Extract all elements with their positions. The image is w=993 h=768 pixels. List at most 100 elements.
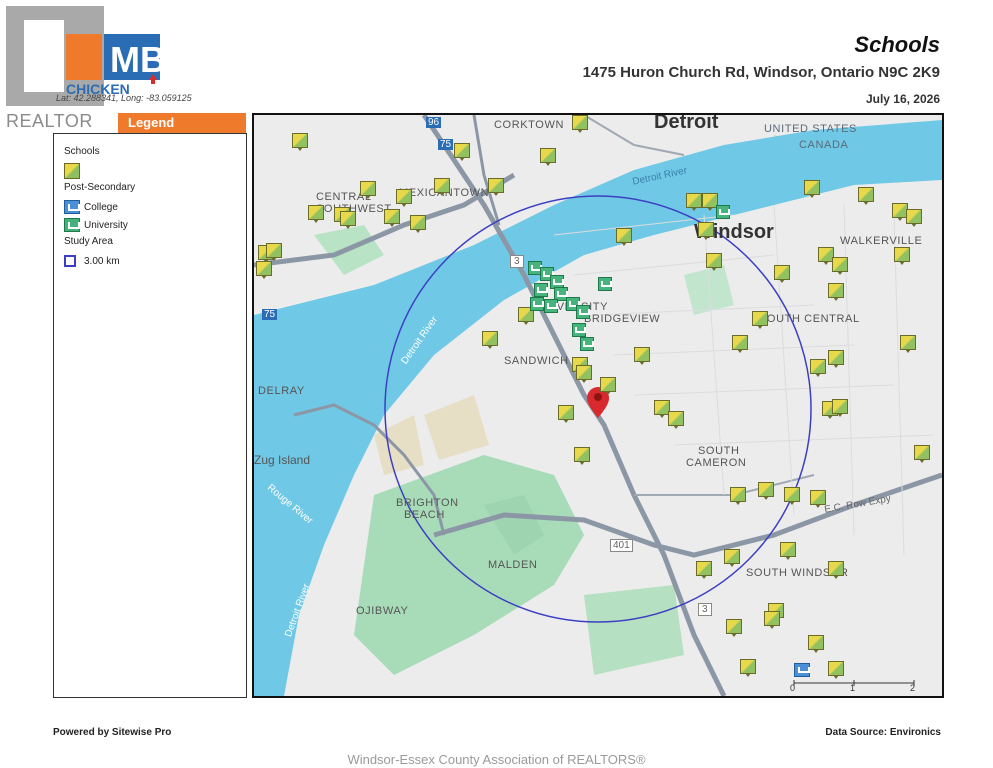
school-marker[interactable] bbox=[576, 365, 592, 383]
label-ojibway: OJIBWAY bbox=[356, 605, 409, 617]
school-marker[interactable] bbox=[574, 447, 590, 465]
school-marker[interactable] bbox=[600, 377, 616, 395]
label-delray: DELRAY bbox=[258, 385, 305, 397]
school-marker[interactable] bbox=[454, 143, 470, 161]
legend-post-secondary-heading: Post-Secondary bbox=[64, 182, 136, 193]
school-marker[interactable] bbox=[894, 247, 910, 265]
legend-study-area-row: 3.00 km bbox=[64, 252, 135, 270]
realtor-watermark: REALTOR bbox=[6, 111, 93, 131]
legend-schools-heading: Schools bbox=[64, 146, 100, 157]
label-i75-west: 75 bbox=[262, 309, 278, 320]
school-marker[interactable] bbox=[686, 193, 702, 211]
school-marker[interactable] bbox=[558, 405, 574, 423]
school-marker[interactable] bbox=[732, 335, 748, 353]
label-hwy-3-north: 3 bbox=[510, 255, 524, 268]
school-marker[interactable] bbox=[384, 209, 400, 227]
university-marker[interactable] bbox=[572, 323, 586, 337]
report-date: July 16, 2026 bbox=[865, 92, 940, 106]
school-marker[interactable] bbox=[696, 561, 712, 579]
legend-university-row: University bbox=[64, 216, 135, 234]
map-frame[interactable]: Detroit Windsor CORKTOWN UNITED STATES C… bbox=[252, 113, 944, 698]
school-marker[interactable] bbox=[774, 265, 790, 283]
legend-college-row: College bbox=[64, 198, 135, 216]
school-marker[interactable] bbox=[828, 283, 844, 301]
label-corktown: CORKTOWN bbox=[494, 119, 564, 131]
label-beach: BEACH bbox=[404, 509, 445, 521]
college-marker[interactable] bbox=[794, 663, 810, 677]
school-marker[interactable] bbox=[730, 487, 746, 505]
school-marker[interactable] bbox=[572, 115, 588, 133]
university-marker[interactable] bbox=[534, 283, 548, 297]
school-marker[interactable] bbox=[858, 187, 874, 205]
school-marker[interactable] bbox=[828, 350, 844, 368]
school-marker[interactable] bbox=[706, 253, 722, 271]
school-marker[interactable] bbox=[810, 359, 826, 377]
university-marker[interactable] bbox=[598, 277, 612, 291]
school-marker[interactable] bbox=[410, 215, 426, 233]
school-marker[interactable] bbox=[668, 411, 684, 429]
school-marker[interactable] bbox=[634, 347, 650, 365]
report-title: Schools bbox=[854, 32, 940, 57]
school-marker[interactable] bbox=[828, 661, 844, 679]
school-marker[interactable] bbox=[292, 133, 308, 151]
university-marker[interactable] bbox=[576, 305, 590, 319]
university-marker[interactable] bbox=[580, 337, 594, 351]
legend-university-label: University bbox=[84, 219, 128, 231]
legend-school-row bbox=[64, 162, 135, 180]
school-marker[interactable] bbox=[804, 180, 820, 198]
school-marker[interactable] bbox=[740, 659, 756, 677]
school-marker[interactable] bbox=[308, 205, 324, 223]
school-marker[interactable] bbox=[764, 611, 780, 629]
school-marker[interactable] bbox=[758, 482, 774, 500]
school-marker[interactable] bbox=[340, 211, 356, 229]
school-marker[interactable] bbox=[828, 561, 844, 579]
data-source: Data Source: Environics bbox=[825, 727, 941, 738]
school-marker[interactable] bbox=[724, 549, 740, 567]
label-cameron: CAMERON bbox=[686, 457, 747, 469]
label-canada: CANADA bbox=[799, 139, 849, 151]
school-marker[interactable] bbox=[488, 178, 504, 196]
legend-college-label: College bbox=[84, 201, 118, 213]
legend-list: Schools Post-Secondary College Universit… bbox=[64, 144, 135, 270]
university-marker[interactable] bbox=[716, 205, 730, 219]
association-watermark: Windsor-Essex County Association of REAL… bbox=[347, 752, 646, 767]
school-marker[interactable] bbox=[698, 222, 714, 240]
school-marker[interactable] bbox=[808, 635, 824, 653]
legend-header: Legend bbox=[118, 113, 246, 133]
school-marker[interactable] bbox=[752, 311, 768, 329]
powered-by: Powered by Sitewise Pro bbox=[53, 727, 172, 738]
school-marker[interactable] bbox=[780, 542, 796, 560]
school-marker[interactable] bbox=[906, 209, 922, 227]
school-marker[interactable] bbox=[810, 490, 826, 508]
university-icon bbox=[64, 218, 80, 232]
scale-tick-0: 0 bbox=[790, 683, 796, 693]
school-marker[interactable] bbox=[540, 148, 556, 166]
school-marker[interactable] bbox=[832, 257, 848, 275]
school-marker[interactable] bbox=[256, 261, 272, 279]
mb-chicken-logo: MB CHICKEN bbox=[6, 6, 166, 106]
school-marker[interactable] bbox=[616, 228, 632, 246]
school-marker[interactable] bbox=[726, 619, 742, 637]
school-marker[interactable] bbox=[900, 335, 916, 353]
subject-coordinates: Lat: 42.288341, Long: -83.059125 bbox=[56, 93, 192, 103]
university-marker[interactable] bbox=[530, 297, 544, 311]
label-i96: 96 bbox=[426, 117, 442, 128]
label-zug-island: Zug Island bbox=[254, 453, 311, 467]
report-address: 1475 Huron Church Rd, Windsor, Ontario N… bbox=[582, 64, 940, 81]
school-icon bbox=[64, 163, 80, 179]
study-area-icon bbox=[64, 255, 76, 267]
school-marker[interactable] bbox=[396, 189, 412, 207]
label-united-states: UNITED STATES bbox=[764, 123, 857, 135]
school-marker[interactable] bbox=[434, 178, 450, 196]
school-marker[interactable] bbox=[482, 331, 498, 349]
label-malden: MALDEN bbox=[488, 559, 538, 571]
college-icon bbox=[64, 200, 80, 214]
school-marker[interactable] bbox=[832, 399, 848, 417]
label-i75-north: 75 bbox=[438, 139, 454, 150]
university-marker[interactable] bbox=[544, 299, 558, 313]
school-marker[interactable] bbox=[914, 445, 930, 463]
legend-panel: Schools Post-Secondary College Universit… bbox=[53, 133, 247, 698]
school-marker[interactable] bbox=[266, 243, 282, 261]
school-marker[interactable] bbox=[360, 181, 376, 199]
school-marker[interactable] bbox=[784, 487, 800, 505]
